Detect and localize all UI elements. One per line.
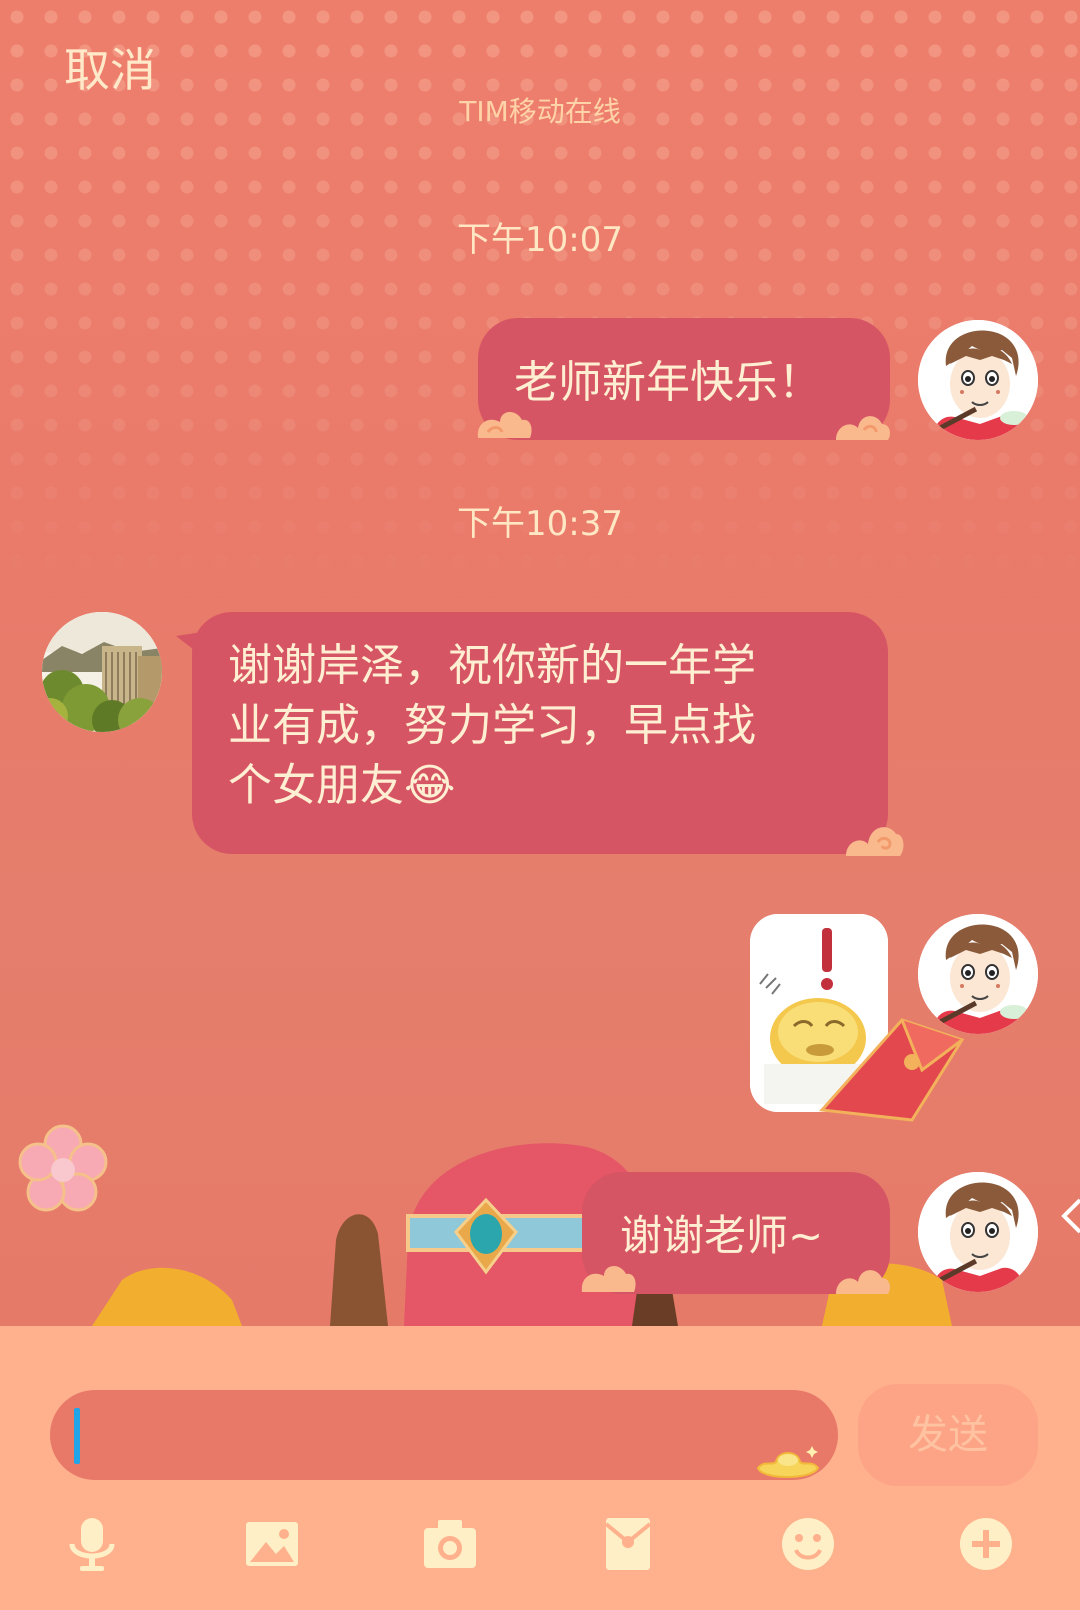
my-avatar[interactable] — [918, 914, 1038, 1034]
cloud-ornament-icon — [477, 411, 532, 438]
message-input[interactable] — [50, 1390, 838, 1480]
teacher-avatar[interactable] — [42, 612, 162, 732]
gold-ingot-icon — [756, 1446, 820, 1478]
cartoon-boy-avatar-icon — [918, 914, 1038, 1034]
plus-icon[interactable] — [956, 1514, 1016, 1574]
text-caret — [74, 1408, 80, 1464]
message-line: 业有成，努力学习，早点找 — [228, 700, 756, 751]
online-status: TIM移动在线 — [459, 95, 621, 128]
cartoon-boy-avatar-icon — [918, 320, 1038, 440]
my-avatar[interactable] — [918, 1172, 1038, 1292]
camera-icon[interactable] — [420, 1514, 480, 1574]
message-line: 个女朋友😂 — [228, 760, 456, 811]
microphone-icon[interactable] — [62, 1514, 122, 1574]
timestamp: 下午10:37 — [457, 504, 623, 544]
message-bubble-incoming[interactable]: 谢谢岸泽，祝你新的一年学 业有成，努力学习，早点找 个女朋友😂 — [192, 612, 888, 854]
timestamp: 下午10:07 — [457, 220, 623, 260]
message-line: 谢谢岸泽，祝你新的一年学 — [228, 640, 756, 691]
send-button[interactable]: 发送 — [858, 1384, 1038, 1486]
bubble-tail-icon — [176, 632, 202, 656]
my-avatar[interactable] — [918, 320, 1038, 440]
red-envelope-icon[interactable] — [598, 1514, 658, 1574]
cloud-ornament-icon — [846, 827, 904, 856]
image-icon[interactable] — [242, 1514, 302, 1574]
campus-building-photo-icon — [42, 612, 162, 732]
cloud-ornament-icon — [581, 1265, 636, 1292]
smiley-icon[interactable] — [778, 1514, 838, 1574]
message-bubble-outgoing[interactable]: 老师新年快乐！ — [478, 318, 890, 440]
cloud-ornament-icon — [836, 1270, 890, 1294]
cartoon-boy-avatar-icon — [918, 1172, 1038, 1292]
input-panel: 发送 — [0, 1326, 1080, 1610]
side-handle-icon[interactable] — [1060, 1196, 1080, 1236]
cloud-ornament-icon — [836, 416, 890, 440]
